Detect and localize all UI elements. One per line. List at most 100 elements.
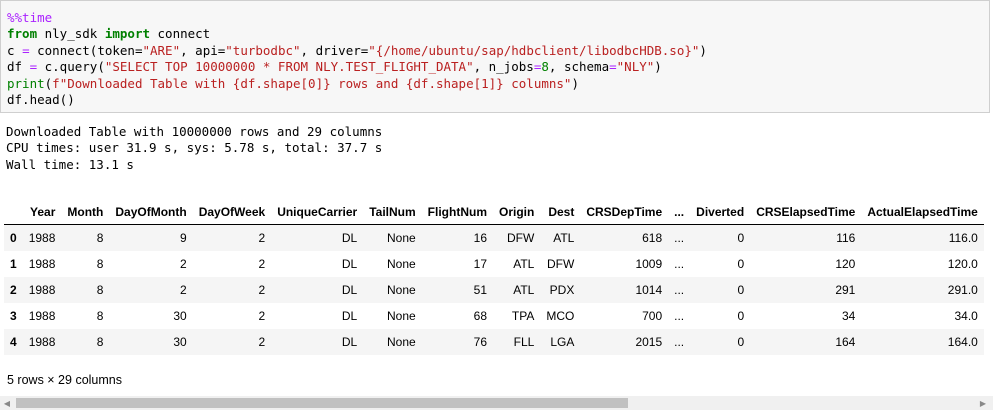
table-cell: 2 — [258, 335, 266, 349]
column-header: Dest — [540, 200, 581, 225]
table-cell: DFW — [547, 257, 575, 271]
table-cell: ... — [674, 283, 685, 297]
column-header: ActualElapsedTime — [861, 200, 984, 225]
scroll-right-icon[interactable]: ▶ — [976, 396, 990, 410]
code-keyword: from — [7, 26, 38, 42]
table-cell: ATL — [553, 231, 575, 245]
code-string: "ARE" — [142, 42, 181, 58]
table-cell: 0 — [737, 231, 745, 245]
code-operator: = — [22, 42, 30, 58]
table-cell: 8 — [96, 257, 104, 271]
code-string: "SELECT TOP 10000000 * FROM NLY.TEST_FLI… — [104, 59, 474, 75]
table-cell: PDX — [549, 283, 575, 297]
code-builtin: print — [7, 75, 45, 91]
table-cell: 2 — [258, 283, 266, 297]
code-text: ) — [571, 75, 579, 91]
table-cell: 164 — [835, 335, 856, 349]
table-cell: 8 — [96, 231, 104, 245]
table-cell: None — [386, 231, 416, 245]
table-cell: 2 — [180, 257, 187, 271]
table-cell: 2 — [258, 231, 266, 245]
output-line: Downloaded Table with 10000000 rows and … — [6, 124, 383, 139]
code-string: "turbodbc" — [225, 42, 301, 58]
code-cell[interactable]: %%time from nly_sdk import connect c = c… — [0, 0, 990, 113]
table-row: 0 1988 8 9 2 DL None 16 DFW ATL 618... 0 116 116.0 — [4, 224, 984, 251]
table-cell: 8 — [96, 309, 104, 323]
table-cell: 291.0 — [947, 283, 978, 297]
table-cell: 9 — [180, 231, 187, 245]
table-cell: 120 — [835, 257, 856, 271]
table-cell: 1014 — [635, 283, 663, 297]
code-keyword: import — [104, 26, 150, 42]
table-cell: 2 — [180, 283, 187, 297]
table-cell: DL — [341, 283, 358, 297]
column-header: Month — [61, 200, 110, 225]
table-cell: ... — [674, 335, 685, 349]
table-cell: 0 — [737, 309, 745, 323]
table-cell: 68 — [473, 309, 487, 323]
table-cell: DL — [341, 231, 358, 245]
code-text: nly_sdk — [37, 26, 105, 42]
table-row: 3 1988 8 30 2 DL None 68 TPA MCO 700... 0 34 34.0 — [4, 303, 984, 329]
scroll-left-icon[interactable]: ◀ — [0, 396, 14, 410]
row-index: 3 — [10, 309, 17, 323]
code-text: , driver= — [300, 42, 369, 58]
column-header: TailNum — [363, 200, 422, 225]
table-cell: 164.0 — [947, 335, 978, 349]
table-body: 0 1988 8 9 2 DL None 16 DFW ATL 618... 0 116 116.0 1 19… — [4, 224, 984, 355]
header-row: Year Month DayOfMonth DayOfWeek UniqueCarrie… — [4, 200, 984, 225]
output-line: CPU times: user 31.9 s, sys: 5.78 s, tot… — [6, 140, 383, 156]
column-header: Diverted — [690, 200, 751, 225]
code-text: df.head() — [7, 92, 75, 108]
table-cell: 2015 — [635, 335, 663, 349]
column-header: Year — [22, 200, 62, 225]
table-cell: 30 — [173, 335, 187, 349]
table-cell: ... — [674, 231, 685, 245]
horizontal-scrollbar[interactable]: ◀ ▶ — [0, 396, 993, 410]
table-cell: FLL — [513, 335, 535, 349]
table-cell: 116.0 — [948, 231, 978, 245]
table-cell: 30 — [173, 309, 187, 323]
code-text: , n_jobs — [473, 59, 534, 75]
table-cell: None — [386, 309, 416, 323]
magic-command: %%time — [7, 10, 53, 25]
code-number: 8 — [541, 59, 549, 75]
table-cell: DL — [341, 257, 358, 271]
scrollbar-thumb[interactable] — [16, 398, 628, 408]
column-header: DayOfMonth — [109, 200, 193, 225]
code-text: ) — [654, 59, 662, 75]
table-cell: 2 — [258, 257, 266, 271]
code-editor[interactable]: %%time from nly_sdk import connect c = c… — [7, 10, 707, 108]
table-cell: 2 — [258, 309, 266, 323]
output-line: Wall time: 13.1 s — [6, 156, 134, 172]
table-cell: ATL — [513, 257, 535, 271]
column-header: Origin — [493, 200, 541, 225]
table-cell: 120.0 — [947, 257, 978, 271]
table-row: 4 1988 8 30 2 DL None 76 FLL LGA 2015... 0 164 164.0 — [4, 329, 984, 355]
stdout-output: Downloaded Table with 10000000 rows and … — [6, 124, 382, 173]
code-text: c.query( — [37, 59, 105, 75]
table-cell: 16 — [473, 231, 487, 245]
table-cell: 34 — [841, 309, 856, 323]
table-cell: 0 — [737, 335, 745, 349]
table-cell: 291 — [835, 283, 856, 297]
table-cell: 8 — [96, 283, 104, 297]
table-cell: 1988 — [28, 335, 56, 349]
table-cell: 1988 — [28, 283, 56, 297]
row-index: 0 — [10, 231, 17, 245]
table-cell: 76 — [473, 335, 487, 349]
column-header: DayOfWeek — [192, 200, 272, 225]
table-cell: None — [386, 257, 416, 271]
code-operator: = — [609, 59, 617, 75]
column-header: FlightNum — [421, 200, 493, 225]
table-cell: DFW — [507, 231, 535, 245]
table-cell: DL — [341, 335, 358, 349]
code-text: , api= — [180, 42, 226, 58]
table-cell: 1988 — [28, 309, 56, 323]
table-row: 2 1988 8 2 2 DL None 51 ATL PDX 1014... 0 291 291.0 — [4, 277, 984, 303]
code-text: df — [7, 59, 30, 75]
table-cell: 0 — [737, 257, 745, 271]
table-cell: 17 — [473, 257, 487, 271]
table-row: 1 1988 8 2 2 DL None 17 ATL DFW 1009... 0 120 120.0 — [4, 251, 984, 277]
table-cell: LGA — [550, 335, 575, 349]
